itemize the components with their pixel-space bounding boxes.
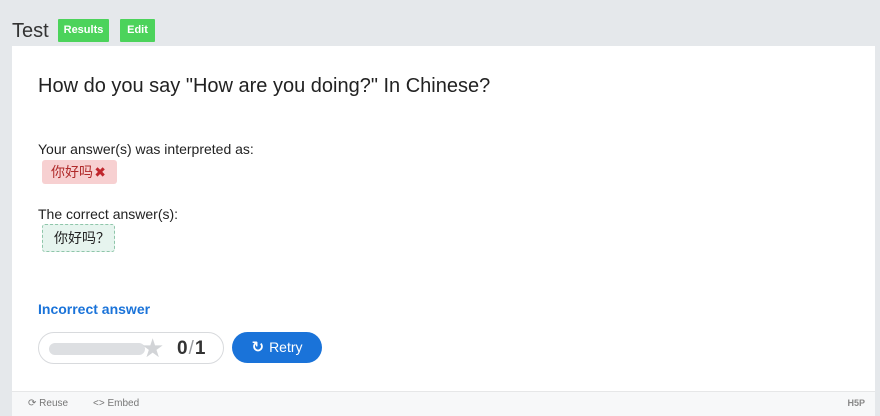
score-separator: / — [188, 338, 194, 359]
retry-label: Retry — [269, 339, 303, 355]
user-answer-chip: 你好吗 ✖ — [42, 160, 117, 184]
score-value: 0 — [177, 338, 188, 359]
results-button[interactable]: Results — [58, 19, 109, 42]
top-bar: Test Results Edit — [0, 0, 880, 46]
retry-icon: ↻ — [251, 339, 265, 356]
interpreted-label: Your answer(s) was interpreted as: — [38, 141, 254, 157]
score-max: 1 — [194, 338, 206, 359]
star-icon: ★ — [141, 333, 165, 363]
reuse-icon: ⟳ — [28, 398, 37, 409]
feedback-text: Incorrect answer — [38, 301, 151, 317]
retry-button[interactable]: ↻ Retry — [232, 332, 322, 363]
embed-link[interactable]: <> Embed — [93, 398, 139, 409]
embed-icon: <> — [93, 398, 105, 409]
user-answer-text: 你好吗 — [51, 164, 93, 180]
correct-answer-text: 你好吗？ — [54, 230, 110, 246]
h5p-logo[interactable]: H5P — [847, 398, 865, 408]
question-card: How do you say "How are you doing?" In C… — [12, 46, 875, 391]
footer-bar: ⟳ Reuse <> Embed H5P — [12, 391, 875, 416]
embed-label: Embed — [107, 398, 140, 409]
edit-button[interactable]: Edit — [120, 19, 155, 42]
correct-answer-chip: 你好吗？ — [42, 224, 115, 252]
reuse-label: Reuse — [39, 398, 69, 409]
score-progress-bar — [49, 343, 145, 355]
correct-label: The correct answer(s): — [38, 206, 179, 222]
wrong-icon: ✖ — [94, 164, 106, 180]
score-text: 0/1 — [177, 338, 205, 360]
reuse-link[interactable]: ⟳ Reuse — [28, 398, 68, 409]
page-title: Test — [12, 20, 49, 42]
score-indicator: ★ 0/1 — [38, 332, 224, 364]
question-text: How do you say "How are you doing?" In C… — [38, 75, 491, 97]
